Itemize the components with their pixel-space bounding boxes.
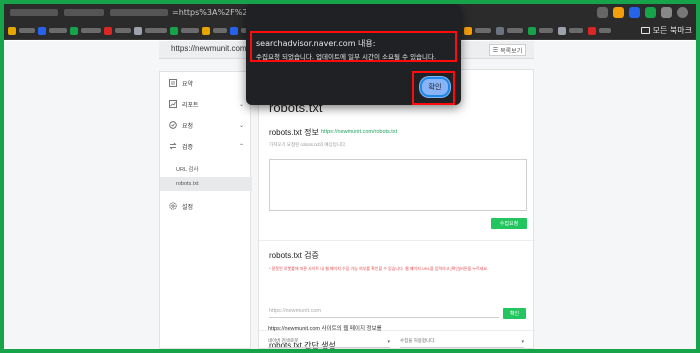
robots-content-textarea[interactable]: [269, 159, 527, 211]
bookmark-item[interactable]: [70, 26, 101, 35]
list-icon: ☰: [492, 47, 499, 54]
alert-message: 수집요청 되었습니다. 업데이트에 일부 시간이 소요될 수 있습니다.: [256, 53, 437, 61]
sidebar-item-verify[interactable]: 검증 ⌃: [160, 139, 252, 153]
sidebar-item-summary[interactable]: 요약: [160, 76, 252, 90]
sidebar-item-label: 리포트: [182, 102, 199, 109]
url-redacted-segment: [110, 9, 168, 16]
extension-toolbar: [597, 7, 688, 18]
profile-icon[interactable]: [677, 7, 688, 18]
bookmark-item[interactable]: [528, 26, 553, 35]
alert-title: searchadvisor.naver.com 내용:: [256, 39, 376, 48]
sidebar-subitem-url-inspect[interactable]: URL 검사: [160, 161, 252, 175]
sidebar-item-label: 설정: [182, 204, 194, 211]
section-divider: [259, 240, 535, 241]
sidebar: 요약 리포트 ⌄ 요청 ⌄ 검증 ⌃ URL 검사 robots.txt 설정: [159, 71, 252, 349]
sidebar-item-label: 요청: [182, 123, 194, 130]
url-redacted-segment: [10, 9, 58, 16]
extension-icon[interactable]: [661, 7, 672, 18]
robot-select-value: 네이버 검색로봇: [268, 338, 299, 343]
bookmark-item[interactable]: [8, 26, 35, 35]
collect-request-button[interactable]: 수집요청: [491, 218, 527, 229]
chevron-down-icon: ▾: [521, 339, 524, 345]
extension-icon[interactable]: [597, 7, 608, 18]
alert-ok-button[interactable]: 확인: [420, 77, 450, 97]
list-view-label: 목록보기: [500, 48, 523, 55]
bookmark-folder[interactable]: 모든 북마크: [640, 25, 692, 36]
sidebar-item-report[interactable]: 리포트 ⌄: [160, 97, 252, 111]
chevron-up-icon: ⌃: [238, 143, 244, 150]
robots-verify-warning: * 잘못된 로봇룰에 따른 사이트 내 웹 페이지 수집 가능 여부를 확인할 …: [269, 266, 489, 271]
main-panel: robots.txt robots.txt 정보 https://newmuni…: [258, 69, 535, 349]
bookmark-item[interactable]: [170, 26, 199, 35]
bookmark-folder-label: 모든 북마크: [652, 26, 692, 35]
extension-icon[interactable]: [629, 7, 640, 18]
verify-url-input[interactable]: https://newmunit.com: [269, 306, 499, 318]
sidebar-item-settings[interactable]: 설정: [160, 199, 252, 213]
verify-icon: [169, 142, 177, 150]
site-url: https://newmunit.com: [171, 44, 247, 53]
bookmark-item[interactable]: [464, 26, 491, 35]
request-icon: [169, 121, 177, 129]
bookmark-item[interactable]: [202, 26, 227, 35]
sidebar-item-label: 요약: [182, 81, 194, 88]
robots-info-title: robots.txt 정보: [269, 128, 319, 137]
permission-select[interactable]: 수집을 허용합니다. ▾: [400, 338, 524, 348]
summary-icon: [169, 79, 177, 87]
url-redacted-segment: [64, 9, 104, 16]
list-view-button[interactable]: ☰ 목록보기: [489, 44, 526, 56]
bookmark-item[interactable]: [496, 26, 523, 35]
bookmark-item[interactable]: [134, 26, 167, 35]
chevron-down-icon: ⌄: [238, 101, 244, 108]
chevron-down-icon: ⌄: [238, 122, 244, 129]
sidebar-item-label: 검증: [182, 144, 194, 151]
robots-info-link[interactable]: https://newmunit.com/robots.txt: [321, 129, 397, 135]
chevron-down-icon: ▾: [387, 339, 390, 345]
permission-select-value: 수집을 허용합니다.: [400, 338, 436, 343]
sidebar-item-request[interactable]: 요청 ⌄: [160, 118, 252, 132]
robots-info-hint: 가져오기 요청된 robots.txt의 예상입니다.: [269, 142, 347, 147]
robots-generate-desc: https://newmunit.com 사이트의 웹 페이지 정보를: [268, 326, 382, 332]
robots-verify-title: robots.txt 검증: [269, 251, 319, 260]
browser-window: =https%3A%2F%2Fnewmunit.com 모든 북마크 https…: [4, 4, 696, 349]
extension-icon[interactable]: [645, 7, 656, 18]
sidebar-subitem-label: URL 검사: [176, 167, 199, 173]
extension-icon[interactable]: [613, 7, 624, 18]
robot-select[interactable]: 네이버 검색로봇 ▾: [268, 338, 390, 348]
settings-icon: [169, 202, 177, 210]
folder-icon: [640, 27, 650, 34]
verify-button[interactable]: 확인: [503, 308, 526, 319]
bookmark-item[interactable]: [588, 26, 611, 35]
sidebar-subitem-label: robots.txt: [176, 181, 199, 187]
alert-dialog: searchadvisor.naver.com 내용: 수집요청 되었습니다. …: [246, 4, 461, 105]
bookmark-item[interactable]: [558, 26, 583, 35]
bookmark-item[interactable]: [38, 26, 67, 35]
sidebar-subitem-robots[interactable]: robots.txt: [160, 177, 252, 191]
bookmark-item[interactable]: [104, 26, 131, 35]
report-icon: [169, 100, 177, 108]
